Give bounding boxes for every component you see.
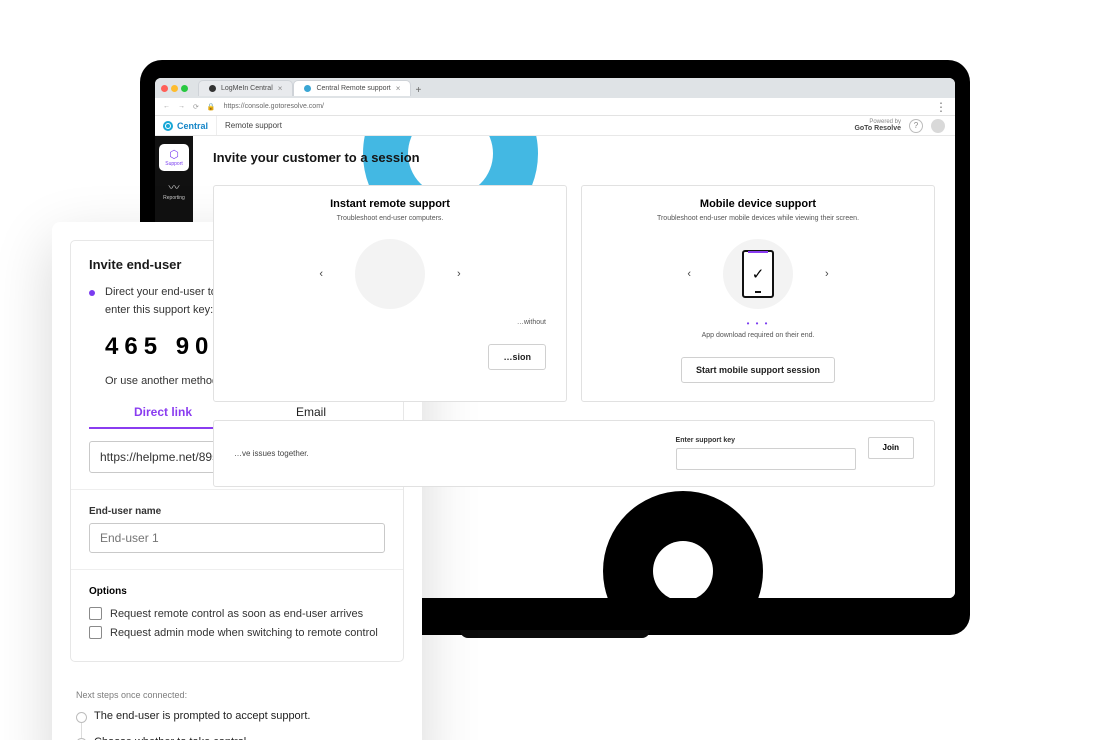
- start-instant-button[interactable]: …sion: [488, 344, 546, 370]
- options-title: Options: [89, 586, 385, 597]
- chevron-left-icon[interactable]: ‹: [683, 264, 695, 284]
- step-1: The end-user is prompted to accept suppo…: [74, 706, 404, 732]
- close-icon[interactable]: ×: [396, 84, 401, 93]
- help-icon[interactable]: ?: [909, 119, 923, 133]
- join-button[interactable]: Join: [868, 437, 914, 459]
- chevron-right-icon[interactable]: ›: [821, 264, 833, 284]
- decorative-donut-icon: [603, 491, 763, 598]
- favicon-icon: [209, 85, 216, 92]
- end-user-name-label: End-user name: [89, 506, 385, 517]
- option-admin-mode[interactable]: Request admin mode when switching to rem…: [89, 626, 385, 639]
- card-hint: App download required on their end.: [602, 332, 914, 339]
- next-steps: Next steps once connected: The end-user …: [52, 680, 422, 740]
- card-title: Mobile device support: [602, 198, 914, 210]
- checkbox-icon: [89, 607, 102, 620]
- window-controls[interactable]: [161, 85, 188, 92]
- powered-by: Powered by GoTo Resolve: [854, 119, 901, 132]
- attach-text: …ve issues together.: [234, 449, 646, 458]
- phone-icon: ✓: [742, 250, 774, 298]
- card-subtitle: Troubleshoot end-user mobile devices whi…: [602, 214, 914, 225]
- tab-label: Central Remote support: [316, 85, 390, 92]
- preview-placeholder: ✓: [723, 239, 793, 309]
- checkbox-icon: [89, 626, 102, 639]
- chevron-left-icon[interactable]: ‹: [315, 264, 327, 284]
- browser-addressbar: ← → ⟳ 🔒 https://console.gotoresolve.com/…: [155, 98, 955, 116]
- bullet-icon: [89, 290, 95, 296]
- page-title: Invite your customer to a session: [193, 136, 955, 165]
- card-title: Instant remote support: [234, 198, 546, 210]
- option-remote-control[interactable]: Request remote control as soon as end-us…: [89, 607, 385, 620]
- sidebar-item-reporting[interactable]: 〰 Reporting: [159, 175, 189, 205]
- support-icon: ⬡: [159, 148, 189, 161]
- sidebar-item-support[interactable]: ⬡ Support: [159, 144, 189, 171]
- support-key-input[interactable]: [676, 448, 856, 470]
- browser-tab-0[interactable]: LogMeIn Central ×: [198, 80, 293, 96]
- url-field[interactable]: https://console.gotoresolve.com/: [224, 103, 324, 110]
- brand[interactable]: Central: [155, 116, 217, 135]
- card-subtitle: Troubleshoot end-user computers.: [234, 214, 546, 225]
- start-mobile-button[interactable]: Start mobile support session: [681, 357, 835, 383]
- browser-tabstrip: LogMeIn Central × Central Remote support…: [155, 78, 955, 98]
- truncated-hint: …without: [234, 319, 546, 326]
- pager-dots-icon: • • •: [602, 319, 914, 328]
- close-icon[interactable]: ×: [278, 84, 283, 93]
- tab-label: LogMeIn Central: [221, 85, 273, 92]
- reporting-icon: 〰: [159, 179, 189, 195]
- step-2: Choose whether to take control.: [74, 732, 404, 740]
- favicon-icon: [304, 85, 311, 92]
- steps-heading: Next steps once connected:: [76, 690, 404, 700]
- app-bar: Central Remote support Powered by GoTo R…: [155, 116, 955, 136]
- reload-icon[interactable]: ⟳: [193, 103, 199, 111]
- new-tab-button[interactable]: +: [411, 85, 425, 96]
- card-mobile-support: Mobile device support Troubleshoot end-u…: [581, 185, 935, 402]
- attach-session-panel: …ve issues together. Enter support key J…: [213, 420, 935, 487]
- browser-tab-1[interactable]: Central Remote support ×: [293, 80, 411, 96]
- brand-name: Central: [177, 121, 208, 131]
- back-icon[interactable]: ←: [163, 103, 170, 110]
- chevron-right-icon[interactable]: ›: [453, 264, 465, 284]
- end-user-name-input[interactable]: [89, 523, 385, 553]
- avatar[interactable]: [931, 119, 945, 133]
- forward-icon[interactable]: →: [178, 103, 185, 110]
- brand-subtitle: Remote support: [217, 121, 282, 130]
- card-instant-support: Instant remote support Troubleshoot end-…: [213, 185, 567, 402]
- menu-icon[interactable]: ⋮: [935, 101, 947, 113]
- support-key-label: Enter support key: [676, 437, 856, 444]
- preview-placeholder: [355, 239, 425, 309]
- lock-icon: 🔒: [207, 103, 216, 111]
- brand-logo-icon: [163, 121, 173, 131]
